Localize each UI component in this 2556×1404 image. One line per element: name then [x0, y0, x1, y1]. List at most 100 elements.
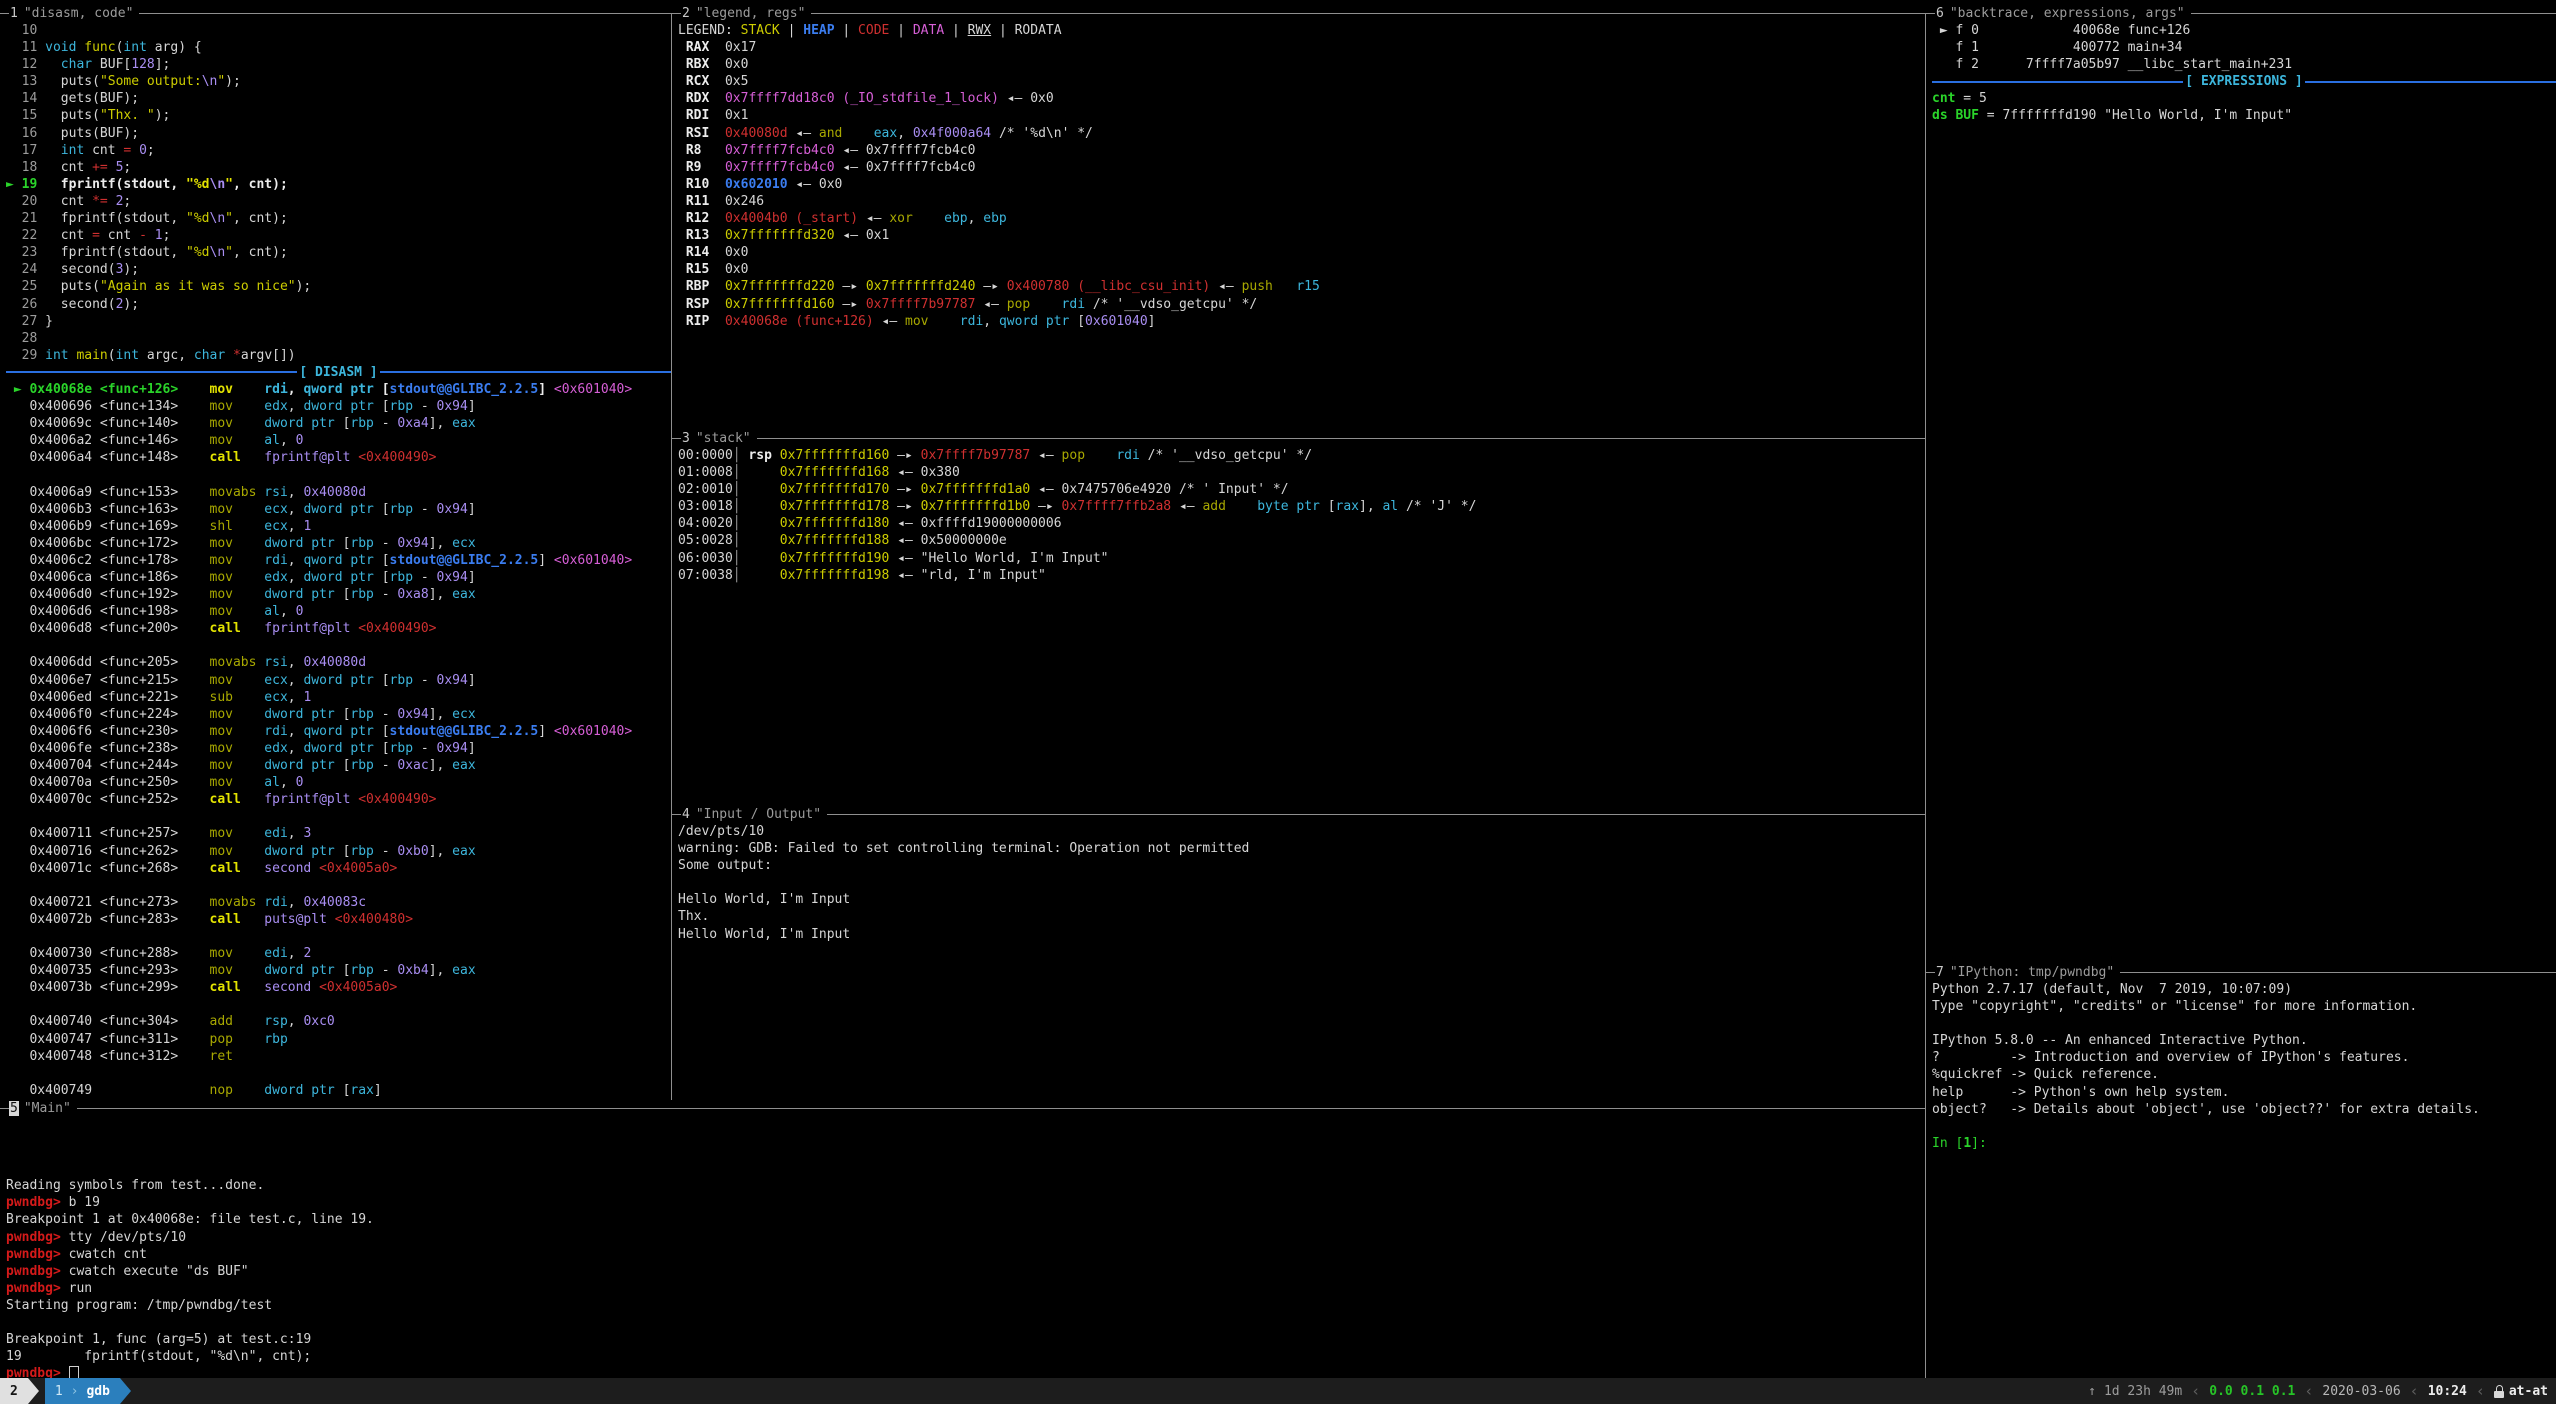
terminal-line	[6, 1143, 1925, 1160]
pane-disasm-title-row: 1"disasm, code"	[0, 5, 671, 22]
terminal-line: R12 0x4004b0 (_start) ◂— xor ebp, ebp	[678, 210, 1925, 227]
terminal-line: RSP 0x7fffffffd160 —▸ 0x7ffff7b97787 ◂— …	[678, 296, 1925, 313]
pane-border-line	[672, 814, 681, 815]
pane-border-line	[2120, 972, 2556, 973]
terminal-line	[6, 808, 671, 825]
status-left: 2 1 › gdb	[0, 1378, 131, 1404]
pane-title: "legend, regs"	[691, 6, 812, 21]
terminal-line: 13 puts("Some output:\n");	[6, 73, 671, 90]
terminal-line: RDX 0x7ffff7dd18c0 (_IO_stdfile_1_lock) …	[678, 90, 1925, 107]
terminal-line	[6, 1126, 1925, 1143]
terminal-line	[6, 466, 671, 483]
terminal-line: 14 gets(BUF);	[6, 90, 671, 107]
backtrace-content: ► f 0 40068e func+126 f 1 400772 main+34…	[1932, 22, 2556, 125]
terminal-line	[6, 1160, 1925, 1177]
terminal-line: Hello World, I'm Input	[678, 926, 1925, 943]
pane-border-line	[757, 438, 1925, 439]
terminal-line: 00:0000│ rsp 0x7fffffffd160 —▸ 0x7ffff7b…	[678, 447, 1925, 464]
terminal-line: 0x4006f0 <func+224> mov dword ptr [rbp -…	[6, 706, 671, 723]
session-number: 2	[10, 1384, 18, 1399]
ipython-content[interactable]: Python 2.7.17 (default, Nov 7 2019, 10:0…	[1932, 981, 2556, 1152]
terminal-line	[1932, 1118, 2556, 1135]
arrow-up-icon: ↑	[2088, 1384, 2104, 1399]
terminal-line: 24 second(3);	[6, 261, 671, 278]
terminal-line: 27 }	[6, 313, 671, 330]
pane-ipython[interactable]: 7"IPython: tmp/pwndbg" Python 2.7.17 (de…	[1926, 964, 2556, 1378]
terminal-line: Breakpoint 1, func (arg=5) at test.c:19	[6, 1331, 1925, 1348]
terminal-line: 03:0018│ 0x7fffffffd178 —▸ 0x7fffffffd1b…	[678, 498, 1925, 515]
terminal-line: 22 cnt = cnt - 1;	[6, 227, 671, 244]
pane-stack-title-row: 3"stack"	[672, 430, 1925, 447]
terminal-line: Thx.	[678, 908, 1925, 925]
window-tab-gdb[interactable]: 1 › gdb	[45, 1378, 120, 1404]
gdb-console-content[interactable]: Reading symbols from test...done.pwndbg>…	[6, 1126, 1925, 1382]
terminal-line: 10	[6, 22, 671, 39]
terminal-line: Some output:	[678, 857, 1925, 874]
session-badge[interactable]: 2	[0, 1378, 28, 1404]
terminal-line	[6, 996, 671, 1013]
terminal-line: Starting program: /tmp/pwndbg/test	[6, 1297, 1925, 1314]
terminal-line: [ DISASM ]	[6, 364, 671, 381]
pane-backtrace-title-row: 6"backtrace, expressions, args"	[1926, 5, 2556, 22]
terminal-line: 0x400721 <func+273> movabs rdi, 0x40083c	[6, 894, 671, 911]
terminal-line: 28	[6, 330, 671, 347]
terminal-line: pwndbg> cwatch execute "ds BUF"	[6, 1263, 1925, 1280]
terminal-line: 20 cnt *= 2;	[6, 193, 671, 210]
pane-stack[interactable]: 3"stack" 00:0000│ rsp 0x7fffffffd160 —▸ …	[672, 430, 1925, 806]
terminal-line: R15 0x0	[678, 261, 1925, 278]
chevron-left-icon: ‹	[2295, 1382, 2322, 1400]
terminal-line: pwndbg> cwatch cnt	[6, 1246, 1925, 1263]
terminal-line: LEGEND: STACK | HEAP | CODE | DATA | RWX…	[678, 22, 1925, 39]
terminal-line: 04:0020│ 0x7fffffffd180 ◂— 0xffffd190000…	[678, 515, 1925, 532]
terminal-line: 12 char BUF[128];	[6, 56, 671, 73]
pane-legend-regs[interactable]: 2"legend, regs" LEGEND: STACK | HEAP | C…	[672, 5, 1925, 430]
pane-input-output[interactable]: 4"Input / Output" /dev/pts/10warning: GD…	[672, 806, 1925, 1100]
terminal-line: 0x4006f6 <func+230> mov rdi, qword ptr […	[6, 723, 671, 740]
terminal-line: 21 fprintf(stdout, "%d\n", cnt);	[6, 210, 671, 227]
terminal-line: 0x4006e7 <func+215> mov ecx, dword ptr […	[6, 672, 671, 689]
terminal-line: 0x40070a <func+250> mov al, 0	[6, 774, 671, 791]
terminal-line: RBP 0x7fffffffd220 —▸ 0x7fffffffd240 —▸ …	[678, 278, 1925, 295]
terminal-line: 0x4006ed <func+221> sub ecx, 1	[6, 689, 671, 706]
terminal-line: 01:0008│ 0x7fffffffd168 ◂— 0x380	[678, 464, 1925, 481]
pane-border-line	[672, 13, 681, 14]
pane-border-line	[2191, 13, 2556, 14]
terminal-line	[678, 874, 1925, 891]
pane-disasm-code[interactable]: 1"disasm, code" 10 11 void func(int arg)…	[0, 5, 671, 1100]
window-index: 1	[55, 1384, 63, 1399]
terminal-line: 11 void func(int arg) {	[6, 39, 671, 56]
pane-title: "Main"	[19, 1101, 77, 1116]
pane-border-vertical[interactable]	[671, 13, 672, 1100]
terminal-line: 17 int cnt = 0;	[6, 142, 671, 159]
terminal-line	[6, 637, 671, 654]
pane-number: 7	[1935, 965, 1945, 980]
terminal-line: %quickref -> Quick reference.	[1932, 1066, 2556, 1083]
pane-border-vertical[interactable]	[1925, 13, 1926, 1378]
lock-icon	[2494, 1385, 2504, 1398]
terminal-line: 0x4006ca <func+186> mov edx, dword ptr […	[6, 569, 671, 586]
terminal-line: ds BUF = 7fffffffd190 "Hello World, I'm …	[1932, 107, 2556, 124]
pane-main-gdb[interactable]: 5"Main" Reading symbols from test...done…	[0, 1100, 1925, 1378]
terminal-line: 0x40069c <func+140> mov dword ptr [rbp -…	[6, 415, 671, 432]
pane-title: "disasm, code"	[19, 6, 140, 21]
terminal-line: 0x400740 <func+304> add rsp, 0xc0	[6, 1013, 671, 1030]
terminal-line: In [1]:	[1932, 1135, 2556, 1152]
terminal-line: 0x400704 <func+244> mov dword ptr [rbp -…	[6, 757, 671, 774]
io-content: /dev/pts/10warning: GDB: Failed to set c…	[678, 823, 1925, 943]
pane-backtrace-expressions[interactable]: 6"backtrace, expressions, args" ► f 0 40…	[1926, 5, 2556, 964]
terminal-line: R14 0x0	[678, 244, 1925, 261]
terminal-line: 0x4006b3 <func+163> mov ecx, dword ptr […	[6, 501, 671, 518]
chevron-left-icon: ‹	[2467, 1382, 2494, 1400]
pane-title: "IPython: tmp/pwndbg"	[1945, 965, 2120, 980]
terminal-line: RIP 0x40068e (func+126) ◂— mov rdi, qwor…	[678, 313, 1925, 330]
status-right: ↑ 1d 23h 49m ‹ 0.0 0.1 0.1 ‹ 2020-03-06 …	[2088, 1378, 2556, 1404]
terminal-line: 0x400696 <func+134> mov edx, dword ptr […	[6, 398, 671, 415]
terminal-line: R9 0x7ffff7fcb4c0 ◂— 0x7ffff7fcb4c0	[678, 159, 1925, 176]
pane-border-line	[77, 1108, 1925, 1109]
terminal-line: RAX 0x17	[678, 39, 1925, 56]
stack-content: 00:0000│ rsp 0x7fffffffd160 —▸ 0x7ffff7b…	[678, 447, 1925, 584]
terminal-line: 0x4006d6 <func+198> mov al, 0	[6, 603, 671, 620]
terminal-line: f 2 7ffff7a05b97 __libc_start_main+231	[1932, 56, 2556, 73]
terminal-line: 0x400749 nop dword ptr [rax]	[6, 1082, 671, 1099]
terminal-line: 15 puts("Thx. ");	[6, 107, 671, 124]
